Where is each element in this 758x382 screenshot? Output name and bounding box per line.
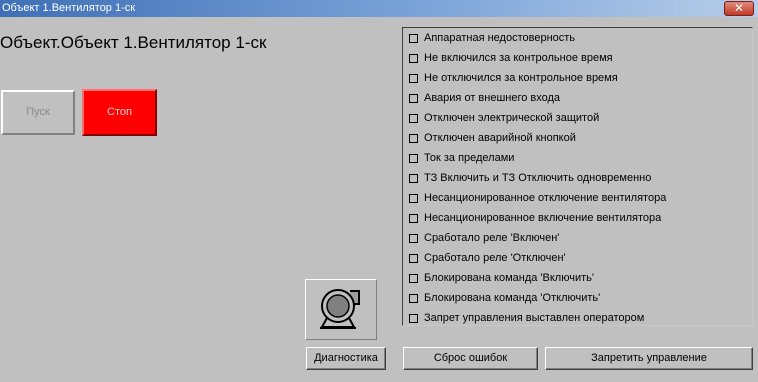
diagnostics-button[interactable]: Диагностика: [306, 347, 386, 370]
close-button[interactable]: ✕: [724, 1, 754, 16]
status-checkbox: [409, 154, 418, 163]
reset-errors-button[interactable]: Сброс ошибок: [403, 347, 538, 370]
fan-icon: [320, 289, 360, 329]
status-label: Аппаратная недостоверность: [424, 32, 576, 44]
close-icon: ✕: [733, 1, 745, 15]
status-label: Не включился за контрольное время: [424, 52, 613, 64]
status-label: Сработало реле 'Отключен': [424, 252, 566, 264]
status-checkbox: [409, 114, 418, 123]
status-label: Ток за пределами: [424, 152, 515, 164]
status-checkbox: [409, 274, 418, 283]
status-checkbox: [409, 174, 418, 183]
object-title: Объект.Объект 1.Вентилятор 1-ск: [0, 33, 267, 52]
status-checkbox: [409, 234, 418, 243]
status-label: Блокирована команда 'Включить': [424, 272, 594, 284]
window-title: Объект 1.Вентилятор 1-ск: [2, 2, 136, 14]
status-label: Отключен электрической защитой: [424, 112, 600, 124]
status-checkbox: [409, 214, 418, 223]
status-label: Блокирована команда 'Отключить': [424, 292, 601, 304]
status-checkbox: [409, 34, 418, 43]
status-checkbox: [409, 94, 418, 103]
status-label: Авария от внешнего входа: [424, 92, 561, 104]
status-label: Не отключился за контрольное время: [424, 72, 618, 84]
status-checkbox: [409, 294, 418, 303]
status-label: Сработало реле 'Включен': [424, 232, 560, 244]
fan-indicator: [305, 279, 377, 340]
title-bar: Объект 1.Вентилятор 1-ск ✕: [0, 0, 758, 17]
status-flags-panel: Аппаратная недостоверность Не включился з…: [402, 27, 753, 326]
status-label: Запрет управления выставлен оператором: [424, 312, 645, 324]
block-control-button[interactable]: Запретить управление: [545, 347, 753, 370]
status-label: Несанционированное включение вентилятора: [424, 212, 662, 224]
start-button[interactable]: Пуск: [1, 90, 75, 135]
status-checkbox: [409, 134, 418, 143]
status-checkbox: [409, 54, 418, 63]
status-checkbox: [409, 254, 418, 263]
status-checkbox: [409, 314, 418, 323]
status-label: Отключен аварийной кнопкой: [424, 132, 576, 144]
status-label: Несанционированное отключение вентилятор…: [424, 192, 667, 204]
status-checkbox: [409, 194, 418, 203]
status-checkbox: [409, 74, 418, 83]
stop-button[interactable]: Стоп: [82, 89, 157, 136]
status-label: ТЗ Включить и ТЗ Отключить одновременно: [424, 172, 652, 184]
